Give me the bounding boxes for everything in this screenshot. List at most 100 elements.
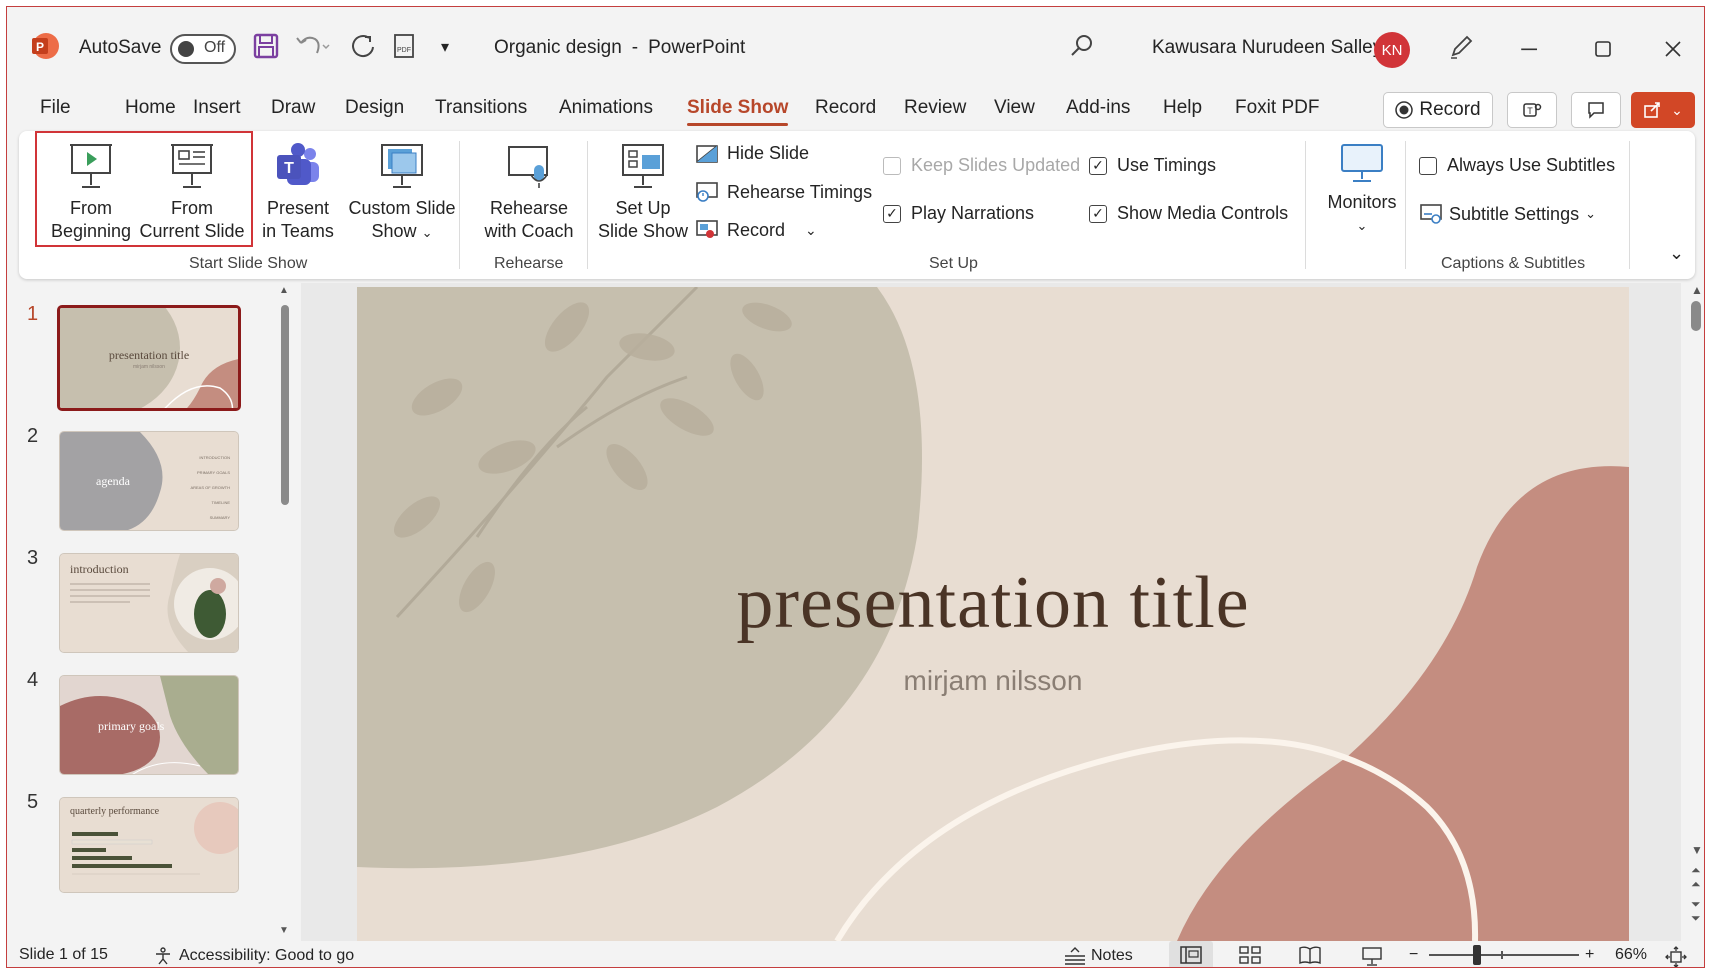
tab-file[interactable]: File xyxy=(40,97,71,119)
fit-to-window-button[interactable] xyxy=(1665,946,1687,967)
group-label-start-slide-show: Start Slide Show xyxy=(189,255,308,272)
record-top-button[interactable]: Record xyxy=(1383,92,1493,128)
next-slide-icon[interactable]: ⏷ ⏷ xyxy=(1691,897,1701,925)
keep-slides-updated-checkbox[interactable]: Keep Slides Updated xyxy=(883,155,1080,176)
from-beginning-button[interactable]: From Beginning xyxy=(41,141,141,243)
slide-show-view-button[interactable] xyxy=(1361,946,1383,966)
tab-home[interactable]: Home xyxy=(125,97,176,119)
hide-slide-icon xyxy=(696,144,718,163)
scroll-up-icon[interactable]: ▲ xyxy=(279,285,289,296)
zoom-out-button[interactable]: − xyxy=(1409,946,1418,964)
group-label-rehearse: Rehearse xyxy=(494,255,564,272)
minimize-button[interactable]: ─ xyxy=(1507,29,1551,69)
redo-icon[interactable] xyxy=(349,33,377,61)
search-icon[interactable] xyxy=(1069,33,1095,59)
rehearse-timings-button[interactable]: Rehearse Timings xyxy=(695,181,872,203)
custom-slide-show-button[interactable]: Custom Slide Show ⌄ xyxy=(341,141,463,244)
hide-slide-button[interactable]: Hide Slide xyxy=(695,143,809,164)
slide-subtitle[interactable]: mirjam nilsson xyxy=(357,665,1629,697)
customize-qat-icon[interactable]: ▾ xyxy=(441,37,449,57)
from-current-slide-button[interactable]: From Current Slide xyxy=(133,141,251,243)
tab-record[interactable]: Record xyxy=(815,97,876,119)
scroll-up-icon[interactable]: ▲ xyxy=(1691,283,1703,297)
thumbnail-title: quarterly performance xyxy=(70,806,160,817)
present-in-teams-button[interactable]: T Present in Teams xyxy=(255,141,341,243)
slide-thumbnail-4[interactable]: primary goals xyxy=(59,675,239,775)
record-slide-icon xyxy=(696,220,718,238)
thumbnail-scrollbar[interactable]: ▲ ▼ xyxy=(279,283,289,941)
scrollbar-thumb[interactable] xyxy=(1691,301,1701,331)
use-timings-checkbox[interactable]: ✓ Use Timings xyxy=(1089,155,1216,176)
slide-scrollbar[interactable]: ▲ ▼ ⏶ ⏶ ⏷ ⏷ xyxy=(1689,283,1704,941)
thumbnail-title: introduction xyxy=(70,562,129,576)
tab-animations[interactable]: Animations xyxy=(559,97,653,119)
powerpoint-window: P AutoSave Off PDF ▾ Organic design - Po… xyxy=(6,6,1705,968)
scroll-down-icon[interactable]: ▼ xyxy=(1691,843,1703,857)
autosave-toggle[interactable]: Off xyxy=(170,34,236,64)
slide-thumbnail-1[interactable]: presentation title mirjam nilsson xyxy=(57,305,241,411)
slide-counter[interactable]: Slide 1 of 15 xyxy=(19,946,108,964)
tab-design[interactable]: Design xyxy=(345,97,404,119)
scroll-down-icon[interactable]: ▼ xyxy=(279,925,289,936)
group-label-captions: Captions & Subtitles xyxy=(1441,255,1586,272)
tab-insert[interactable]: Insert xyxy=(193,97,241,119)
tab-slide-show[interactable]: Slide Show xyxy=(687,97,789,126)
monitors-button[interactable]: Monitors ⌄ xyxy=(1317,141,1407,237)
slide-title[interactable]: presentation title xyxy=(357,561,1629,646)
accessibility-status[interactable]: Accessibility: Good to go xyxy=(153,946,354,966)
export-pdf-icon[interactable]: PDF xyxy=(391,32,419,62)
play-narrations-checkbox[interactable]: ✓ Play Narrations xyxy=(883,203,1034,224)
share-button[interactable]: ⌄ xyxy=(1631,92,1695,128)
always-use-subtitles-checkbox[interactable]: Always Use Subtitles xyxy=(1419,155,1615,176)
tab-review[interactable]: Review xyxy=(904,97,966,119)
close-button[interactable] xyxy=(1651,29,1695,69)
tab-foxit-pdf[interactable]: Foxit PDF xyxy=(1235,97,1319,119)
notes-button[interactable]: Notes xyxy=(1063,946,1133,966)
current-slide[interactable]: presentation title mirjam nilsson xyxy=(357,287,1629,941)
collapse-ribbon-icon[interactable]: ⌄ xyxy=(1669,243,1684,264)
hide-slide-label: Hide Slide xyxy=(727,143,810,163)
normal-view-button[interactable] xyxy=(1169,941,1213,967)
pen-icon[interactable] xyxy=(1447,31,1477,61)
undo-icon[interactable] xyxy=(295,33,331,59)
maximize-button[interactable] xyxy=(1581,29,1625,69)
check-icon: ✓ xyxy=(883,204,901,223)
show-media-controls-checkbox[interactable]: ✓ Show Media Controls xyxy=(1089,203,1288,224)
rehearse-timings-label: Rehearse Timings xyxy=(727,181,873,202)
setup-show-icon xyxy=(622,144,664,188)
normal-view-icon xyxy=(1180,946,1202,964)
record-dropdown-button[interactable]: Record ⌄ xyxy=(695,219,817,241)
avatar[interactable]: KN xyxy=(1374,32,1410,68)
reading-view-button[interactable] xyxy=(1299,946,1321,964)
scrollbar-thumb[interactable] xyxy=(281,305,289,505)
slide-thumbnail-5[interactable]: quarterly performance xyxy=(59,797,239,893)
rehearse-coach-line2: with Coach xyxy=(484,221,574,241)
tab-view[interactable]: View xyxy=(994,97,1035,119)
zoom-slider-thumb[interactable] xyxy=(1473,945,1481,965)
from-current-line2: Current Slide xyxy=(139,221,245,241)
svg-text:T: T xyxy=(284,160,294,177)
user-name[interactable]: Kawusara Nurudeen Salley xyxy=(1152,37,1382,59)
comments-button[interactable] xyxy=(1571,92,1621,128)
title-bar: P AutoSave Off PDF ▾ Organic design - Po… xyxy=(7,7,1704,87)
zoom-in-button[interactable]: + xyxy=(1585,946,1594,964)
record-dropdown-icon: ⌄ xyxy=(805,221,817,238)
reading-view-icon xyxy=(1299,946,1321,964)
tab-help[interactable]: Help xyxy=(1163,97,1202,119)
zoom-level[interactable]: 66% xyxy=(1615,946,1647,964)
set-up-slide-show-button[interactable]: Set Up Slide Show xyxy=(591,141,695,243)
tab-transitions[interactable]: Transitions xyxy=(435,97,527,119)
slide-thumbnail-2[interactable]: agenda INTRODUCTION PRIMARY GOALS AREAS … xyxy=(59,431,239,531)
previous-slide-icon[interactable]: ⏶ ⏶ xyxy=(1691,863,1701,891)
rehearse-with-coach-button[interactable]: Rehearse with Coach xyxy=(473,141,585,243)
thumbnail-number: 4 xyxy=(27,669,39,691)
subtitle-settings-button[interactable]: Subtitle Settings ⌄ xyxy=(1419,203,1596,225)
tab-draw[interactable]: Draw xyxy=(271,97,315,119)
slide-sorter-button[interactable] xyxy=(1239,946,1261,964)
teams-meeting-button[interactable]: T xyxy=(1507,92,1557,128)
slide-thumbnail-3[interactable]: introduction xyxy=(59,553,239,653)
separator xyxy=(587,141,588,269)
save-icon[interactable] xyxy=(253,33,279,59)
tab-add-ins[interactable]: Add-ins xyxy=(1066,97,1130,119)
zoom-slider[interactable] xyxy=(1429,954,1579,956)
